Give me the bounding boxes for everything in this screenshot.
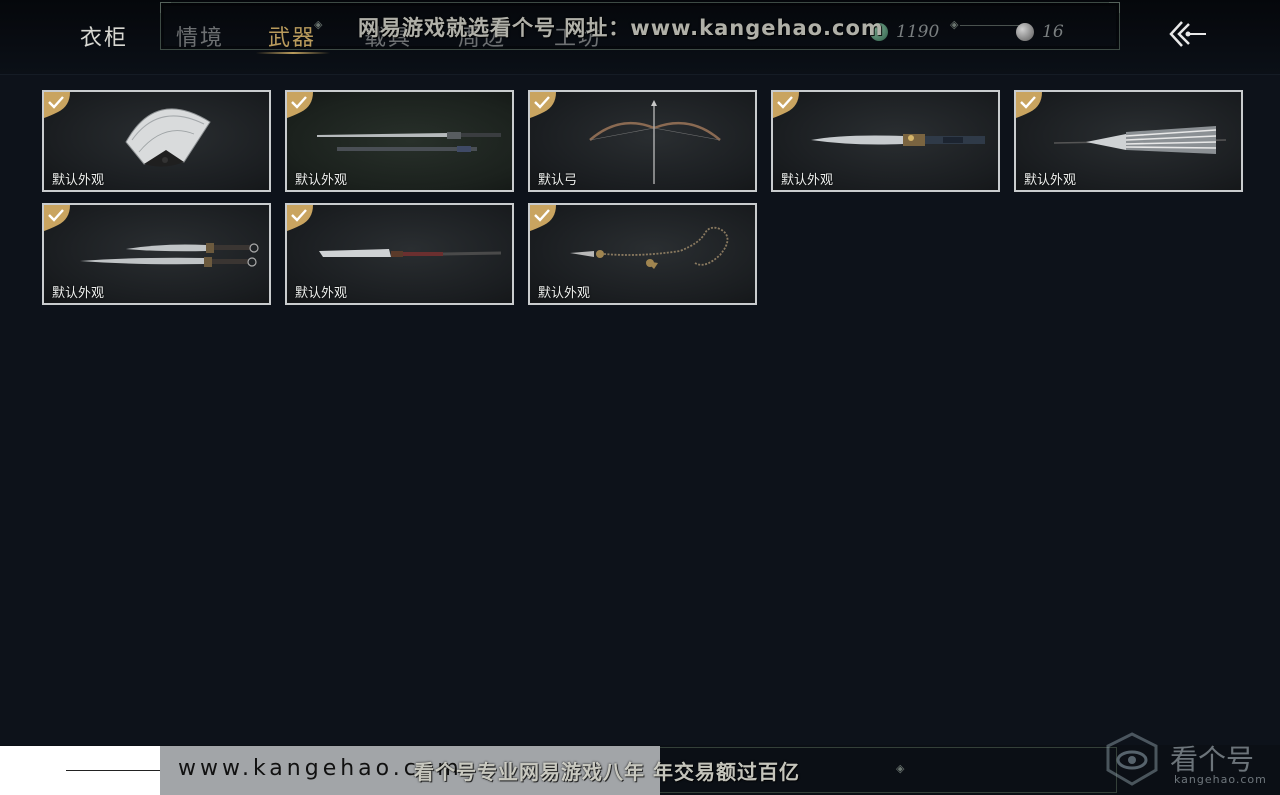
- kangehao-logo-icon: [1106, 732, 1158, 786]
- weapon-skin-grid: 默认外观 默认外观 默认弓 默认外观 默认外观 默认外观 默认外观 默认外观: [42, 90, 1243, 305]
- tab-weapon[interactable]: 武器: [268, 20, 316, 52]
- skin-card-glaive[interactable]: 默认外观: [285, 203, 514, 305]
- owned-check-icon: [530, 205, 556, 231]
- brand-domain: kangehao.com: [1174, 773, 1267, 786]
- skin-card-blade[interactable]: 默认外观: [771, 90, 1000, 192]
- owned-check-icon: [1016, 92, 1042, 118]
- silver-currency: 16: [1016, 22, 1064, 42]
- skin-card-fan[interactable]: 默认外观: [42, 90, 271, 192]
- skin-card-rope-dart[interactable]: 默认外观: [528, 203, 757, 305]
- skin-card-label: 默认外观: [295, 286, 348, 301]
- page-title: 衣柜: [80, 26, 129, 51]
- watermark-bottom: 看个号专业网易游戏八年 年交易额过百亿: [414, 760, 800, 784]
- skin-card-label: 默认外观: [52, 286, 105, 301]
- skin-card-label: 默认外观: [781, 173, 834, 188]
- jade-currency-value: 1190: [896, 22, 940, 42]
- owned-check-icon: [287, 92, 313, 118]
- skin-card-label: 默认外观: [295, 173, 348, 188]
- back-button[interactable]: [1166, 18, 1210, 50]
- skin-card-label: 默认弓: [538, 173, 578, 188]
- owned-check-icon: [773, 92, 799, 118]
- owned-check-icon: [530, 92, 556, 118]
- diamond-ornament-icon: ◈: [314, 18, 323, 31]
- tab-scene[interactable]: 情境: [176, 20, 224, 52]
- watermark-line: [66, 770, 166, 771]
- active-tab-underline: [256, 52, 330, 54]
- skin-card-umbrella[interactable]: 默认外观: [1014, 90, 1243, 192]
- owned-check-icon: [44, 92, 70, 118]
- skin-card-sword[interactable]: 默认外观: [285, 90, 514, 192]
- skin-card-label: 默认外观: [1024, 173, 1077, 188]
- owned-check-icon: [44, 205, 70, 231]
- diamond-ornament-icon: ◈: [896, 762, 905, 775]
- watermark-top: 网易游戏就选看个号 网址：www.kangehao.com: [358, 16, 884, 40]
- skin-card-label: 默认外观: [538, 286, 591, 301]
- diamond-ornament-icon: ◈: [950, 18, 959, 31]
- brand-name: 看个号: [1170, 743, 1255, 776]
- back-arrow-icon: [1169, 21, 1206, 47]
- skin-card-label: 默认外观: [52, 173, 105, 188]
- skin-card-bow[interactable]: 默认弓: [528, 90, 757, 192]
- silver-currency-value: 16: [1042, 22, 1064, 42]
- skin-card-dual-blades[interactable]: 默认外观: [42, 203, 271, 305]
- wardrobe-screen: 衣柜 情境 武器 载具 周边 工坊 ◈ 1190 ◈ 16 网易游戏就选看个号 …: [0, 0, 1280, 795]
- ornament-line: [960, 25, 1022, 26]
- owned-check-icon: [287, 205, 313, 231]
- silver-coin-icon: [1016, 23, 1034, 41]
